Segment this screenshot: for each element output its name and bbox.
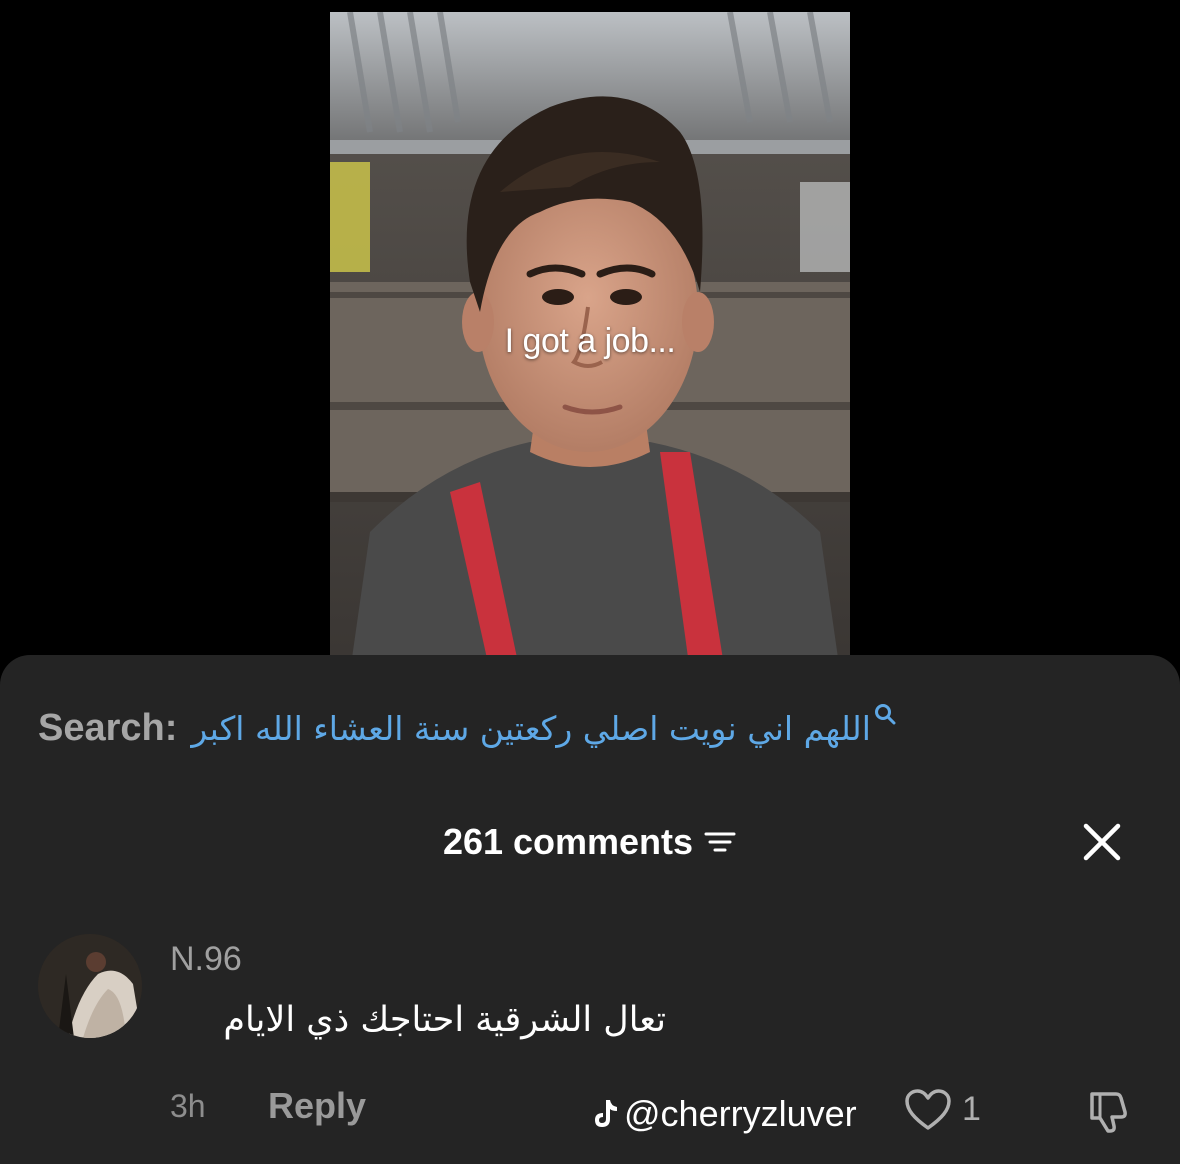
comments-count: 261 comments [442,821,694,862]
reply-button[interactable]: Reply [268,1085,366,1127]
tiktok-icon [595,1100,617,1127]
search-icon [874,704,896,725]
comment-username[interactable]: N.96 [170,940,242,979]
comment-text: تعال الشرقية احتاجك ذي الايام [223,1000,666,1040]
screen: I got a job... Search: اللهم اني نويت اص… [0,0,1180,1164]
search-label: Search: [38,706,178,749]
video-caption: I got a job... [504,322,676,360]
search-query-link[interactable]: اللهم اني نويت اصلي ركعتين سنة العشاء ال… [191,709,870,748]
thumbs-down-icon[interactable] [1084,1086,1134,1136]
video-player[interactable]: I got a job... [330,12,850,672]
sort-icon[interactable] [703,829,737,855]
search-suggestion[interactable]: Search: اللهم اني نويت اصلي ركعتين سنة ا… [38,700,897,756]
comment-timestamp: 3h [170,1088,206,1124]
avatar[interactable] [38,934,142,1038]
heart-outline-icon[interactable] [904,1088,952,1132]
tiktok-watermark: @cherryzluver [590,1090,857,1138]
avatar-image [38,934,142,1038]
watermark-username: @cherryzluver [624,1093,857,1134]
like-count: 1 [962,1090,981,1128]
close-icon[interactable] [1082,822,1122,862]
comments-header: 261 comments [0,815,1180,869]
